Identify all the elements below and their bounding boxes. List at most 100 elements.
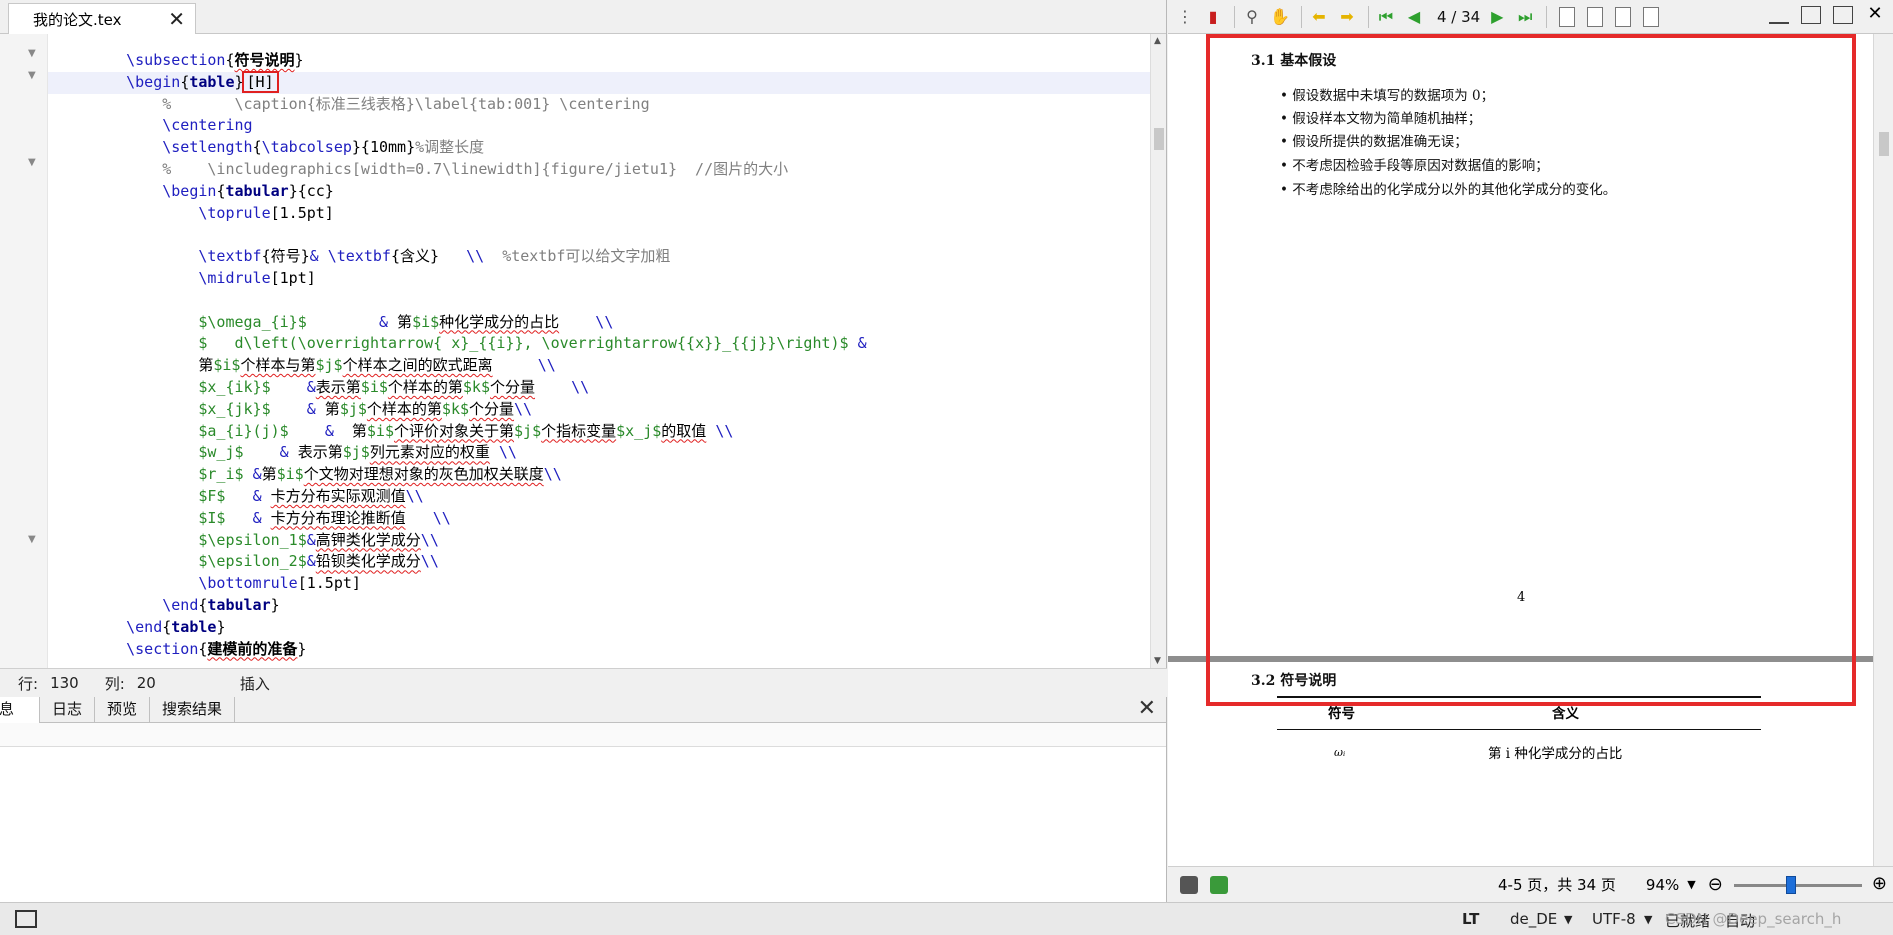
code-line[interactable]: $F$ & 卡方分布实际观测值\\ xyxy=(48,486,1151,508)
code-line[interactable]: \section{建模前的准备} xyxy=(48,639,1151,661)
scroll-up-icon[interactable]: ▲ xyxy=(1154,36,1161,46)
code-line[interactable]: 第$i$个样本与第$j$个样本之间的欧式距离 \\ xyxy=(48,355,1151,377)
code-line[interactable]: $\epsilon_2$&铅钡类化学成分\\ xyxy=(48,551,1151,573)
code-line[interactable]: \begin{tabular}{cc} xyxy=(48,181,1151,203)
code-line[interactable]: $x_{jk}$ & 第$j$个样本的第$k$个分量\\ xyxy=(48,399,1151,421)
code-line[interactable]: \centering xyxy=(48,115,1151,137)
code-token: $j$ xyxy=(342,443,370,462)
code-token: \bottomrule xyxy=(198,574,298,593)
code-line[interactable]: $ d\left(\overrightarrow{ x}_{{i}}, \ove… xyxy=(48,333,1151,355)
language-select[interactable]: de_DE xyxy=(1510,910,1557,928)
code-token: {含义} xyxy=(390,247,467,266)
scroll-down-icon[interactable]: ▼ xyxy=(1154,656,1161,666)
code-line[interactable]: \setlength{\tabcolsep}{10mm}%调整长度 xyxy=(48,137,1151,159)
tab-preview[interactable]: 预览 xyxy=(95,697,151,723)
scroll-thumb[interactable] xyxy=(1154,128,1164,150)
code-editor[interactable]: ▼ ▼ ▼ ▼ \subsection{符号说明} \begin{table}[… xyxy=(0,34,1151,668)
encoding-select[interactable]: UTF-8 xyxy=(1592,910,1636,928)
page-fit-icon[interactable] xyxy=(1559,6,1576,27)
code-line[interactable]: % \includegraphics[width=0.7\linewidth]{… xyxy=(48,159,1151,181)
code-line[interactable]: \bottomrule[1.5pt] xyxy=(48,573,1151,595)
file-tab-label: 我的论文.tex xyxy=(33,10,122,29)
editor-scrollbar[interactable]: ▲ ▼ xyxy=(1150,34,1166,668)
code-token: $a_{i}(j)$ xyxy=(198,421,289,440)
tab-info[interactable]: 信息 xyxy=(0,697,40,723)
code-line[interactable]: $x_{ik}$ &表示第$i$个样本的第$k$个分量 \\ xyxy=(48,377,1151,399)
sync-lock-icon[interactable] xyxy=(1210,875,1228,894)
forward-icon[interactable]: ➡ xyxy=(1336,6,1358,28)
code-token: 个分量 xyxy=(490,377,536,396)
code-line[interactable]: $\omega_{i}$ & 第$i$种化学成分的占比 \\ xyxy=(48,312,1151,334)
pdf-icon[interactable]: ▮ xyxy=(1202,6,1224,28)
lock-icon[interactable] xyxy=(1180,875,1198,894)
chevron-down-icon[interactable]: ▼ xyxy=(1644,913,1652,926)
zoom-out-icon[interactable]: ⊖ xyxy=(1708,874,1723,895)
code-line[interactable]: \end{table} xyxy=(48,617,1151,639)
file-tab[interactable]: 我的论文.tex ✕ xyxy=(8,3,196,34)
back-icon[interactable]: ⬅ xyxy=(1308,6,1330,28)
code-line[interactable]: $a_{i}(j)$ & 第$i$个评价对象关于第$j$个指标变量$x_j$的取… xyxy=(48,421,1151,443)
code-line[interactable]: $r_i$ &第$i$个文物对理想对象的灰色加权关联度\\ xyxy=(48,464,1151,486)
lt-icon[interactable]: LT xyxy=(1462,910,1479,928)
zoom-level[interactable]: 94% xyxy=(1646,876,1679,894)
page-indicator[interactable]: 4 / 34 xyxy=(1437,8,1480,26)
chevron-down-icon[interactable]: ▼ xyxy=(1687,878,1695,891)
scroll-thumb[interactable] xyxy=(1879,132,1889,156)
last-page-icon[interactable]: ⏭ xyxy=(1514,6,1536,28)
code-line[interactable]: \midrule[1pt] xyxy=(48,268,1151,290)
chevron-down-icon[interactable]: ▼ xyxy=(1564,913,1572,926)
fold-arrow-icon[interactable]: ▼ xyxy=(28,157,36,168)
zoom-in-icon[interactable]: ⊕ xyxy=(1872,873,1887,894)
code-line[interactable] xyxy=(48,290,1151,312)
pdf-canvas[interactable]: 3.1 基本假设 • 假设数据中未填写的数据项为 0； • 假设样本文物为简单随… xyxy=(1168,34,1893,866)
code-line[interactable]: $I$ & 卡方分布理论推断值 \\ xyxy=(48,508,1151,530)
code-token: $x_{ik}$ xyxy=(198,377,271,396)
code-line[interactable]: \toprule[1.5pt] xyxy=(48,203,1151,225)
code-token: \textbf xyxy=(198,247,262,266)
code-token: & xyxy=(306,552,316,571)
fold-arrow-icon[interactable]: ▼ xyxy=(28,48,36,59)
code-line[interactable]: $\epsilon_1$&高钾类化学成分\\ xyxy=(48,530,1151,552)
tab-log[interactable]: 日志 xyxy=(40,697,96,723)
line-gutter: ▼ ▼ ▼ ▼ xyxy=(0,34,48,668)
prev-page-icon[interactable]: ◀ xyxy=(1403,6,1425,28)
continuous-icon[interactable] xyxy=(1643,6,1660,27)
page-range: 4-5 页，共 34 页 xyxy=(1498,876,1616,894)
code-token: 个文物对理想对象的灰色加权关联度 xyxy=(303,465,544,484)
code-token: 建模前的准备 xyxy=(207,639,298,658)
code-line[interactable]: $w_j$ & 表示第$j$列元素对应的权重 \\ xyxy=(48,442,1151,464)
code-token: tabular xyxy=(225,181,289,200)
code-line[interactable]: \subsection{符号说明} xyxy=(48,50,1151,72)
hand-icon[interactable]: ✋ xyxy=(1269,6,1291,28)
code-line[interactable]: \begin{table} [H] xyxy=(48,70,1151,94)
code-line[interactable]: \end{tabular} xyxy=(48,595,1151,617)
zoom-slider-knob[interactable] xyxy=(1786,876,1796,894)
restore-icon[interactable] xyxy=(1833,6,1853,24)
annotation-box xyxy=(1206,34,1856,706)
viewer-scrollbar[interactable] xyxy=(1873,34,1893,866)
close-icon[interactable]: ✕ xyxy=(1138,698,1156,720)
single-page-icon[interactable] xyxy=(1587,6,1604,27)
search-icon[interactable]: ⚲ xyxy=(1241,6,1263,28)
split-icon[interactable] xyxy=(1801,6,1821,24)
zoom-slider[interactable] xyxy=(1734,876,1862,894)
fold-arrow-icon[interactable]: ▼ xyxy=(28,70,36,81)
next-page-icon[interactable]: ▶ xyxy=(1486,6,1508,28)
code-token: 第 xyxy=(333,421,367,440)
code-line[interactable] xyxy=(48,224,1151,246)
minimize-icon[interactable] xyxy=(1769,6,1789,24)
first-page-icon[interactable]: ⏮ xyxy=(1375,6,1397,28)
double-page-icon[interactable] xyxy=(1615,6,1632,27)
sidebar-toggle-icon[interactable] xyxy=(15,910,37,928)
code-line[interactable]: % \caption{标准三线表格}\label{tab:001} \cente… xyxy=(48,94,1151,116)
tab-search-results[interactable]: 搜索结果 xyxy=(150,697,236,723)
code-token: %textbf可以给文字加粗 xyxy=(484,247,671,266)
editor-pane: 我的论文.tex ✕ ▼ ▼ ▼ ▼ \subsection{符号说明} \be… xyxy=(0,0,1167,697)
code-line[interactable]: \textbf{符号}& \textbf{含义} \\ %textbf可以给文字… xyxy=(48,246,1151,268)
close-icon[interactable]: ✕ xyxy=(1865,5,1885,24)
fold-arrow-icon[interactable]: ▼ xyxy=(28,534,36,545)
close-icon[interactable]: ✕ xyxy=(168,9,185,29)
